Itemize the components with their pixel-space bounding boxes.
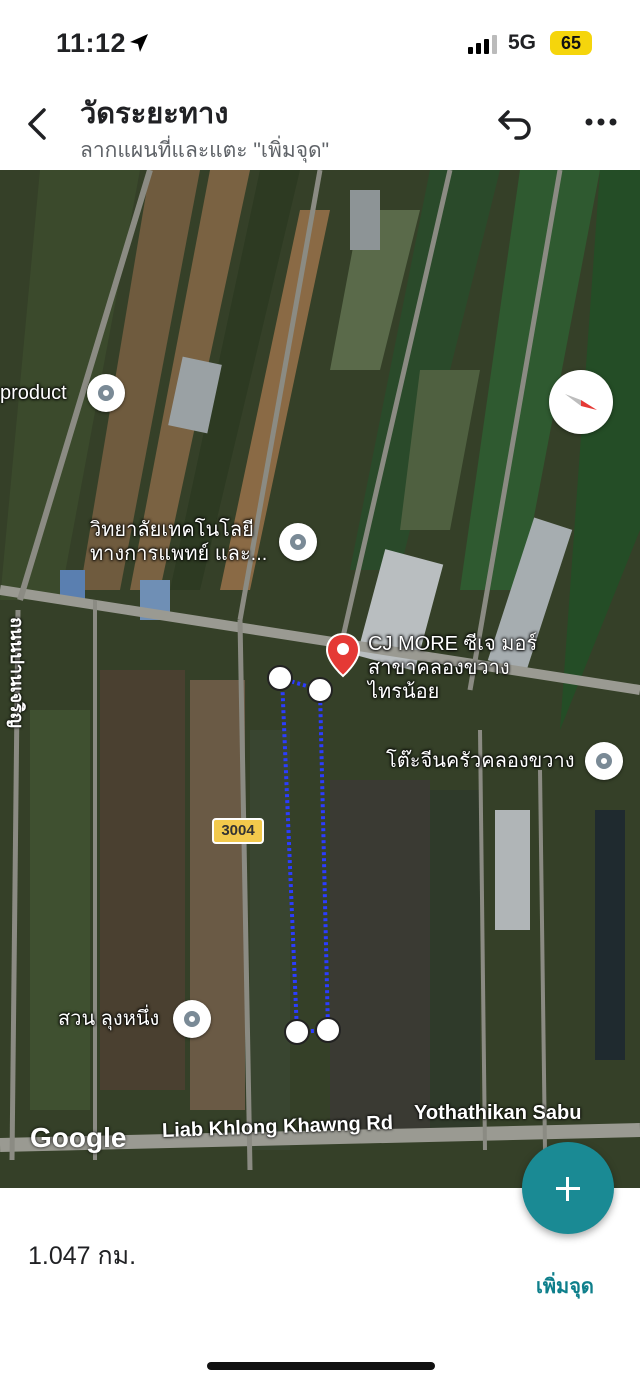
road-shield: 3004 xyxy=(212,818,264,844)
battery-indicator: 65 xyxy=(550,31,592,55)
poi-label: สวน ลุงหนึ่ง xyxy=(58,1008,160,1030)
back-arrow-icon[interactable] xyxy=(20,104,56,144)
poi-college[interactable]: วิทยาลัยเทคโนโลยี ทางการแพทย์ และ... xyxy=(90,518,318,566)
poi-label: product xyxy=(0,382,67,404)
path-point xyxy=(315,1017,341,1043)
compass-icon xyxy=(565,394,597,410)
path-point xyxy=(284,1019,310,1045)
place-pin-icon xyxy=(173,1000,212,1038)
place-pin-icon xyxy=(279,523,318,561)
home-indicator xyxy=(207,1362,435,1370)
google-attribution: Google xyxy=(30,1122,127,1153)
poi-restaurant[interactable]: โต๊ะจีนครัวคลองขวาง xyxy=(386,742,623,780)
poi-label: CJ MORE ซีเจ มอร์ สาขาคลองขวาง ไทรน้อย xyxy=(368,633,538,703)
more-icon[interactable] xyxy=(584,112,618,132)
poi-cj-more[interactable]: CJ MORE ซีเจ มอร์ สาขาคลองขวาง ไทรน้อย xyxy=(324,632,537,704)
add-point-button[interactable]: เพิ่มจุด xyxy=(536,1270,594,1302)
poi-label: วิทยาลัยเทคโนโลยี ทางการแพทย์ และ... xyxy=(90,519,268,565)
compass-button[interactable] xyxy=(549,370,613,434)
poi-product[interactable]: product xyxy=(0,374,125,412)
place-pin-icon xyxy=(86,374,125,412)
status-time: 11:12 xyxy=(56,28,127,58)
add-point-fab[interactable] xyxy=(522,1142,614,1234)
page-title: วัดระยะทาง xyxy=(80,98,229,130)
network-label: 5G xyxy=(508,31,537,54)
page-subtitle: ลากแผนที่และแตะ "เพิ่มจุด" xyxy=(80,139,330,162)
undo-icon[interactable] xyxy=(494,106,534,142)
location-arrow-icon xyxy=(130,34,148,52)
poi-garden[interactable]: สวน ลุงหนึ่ง xyxy=(58,1000,212,1038)
signal-icon xyxy=(468,35,497,54)
road-label-vertical: ถนนปานเจริญ xyxy=(7,616,28,729)
red-marker-icon xyxy=(325,632,361,678)
app-header: วัดระยะทาง ลากแผนที่และแตะ "เพิ่มจุด" xyxy=(0,84,640,170)
map-view[interactable]: product วิทยาลัยเทคโนโลยี ทางการแพทย์ แล… xyxy=(0,170,640,1188)
place-pin-icon xyxy=(584,742,623,780)
poi-label: โต๊ะจีนครัวคลองขวาง xyxy=(386,750,575,772)
status-bar: 11:12 5G 65 xyxy=(0,0,640,84)
road-label-yotha: Yothathikan Sabu xyxy=(414,1102,582,1124)
path-point xyxy=(267,665,293,691)
distance-value: 1.047 กม. xyxy=(28,1242,137,1270)
